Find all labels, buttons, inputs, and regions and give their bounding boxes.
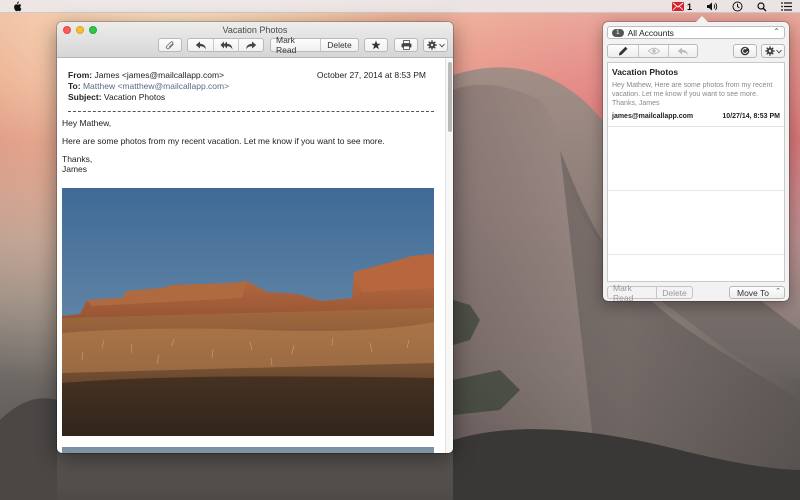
message-header: From: James <james@mailcallapp.com> Octo…	[62, 70, 440, 103]
from-label: From:	[68, 70, 93, 80]
menu-bar: 1	[0, 0, 800, 13]
eye-icon	[647, 47, 660, 55]
footer-mark-read-button[interactable]: Mark Read	[608, 283, 656, 303]
attach-group	[158, 38, 182, 52]
footer-delete-button[interactable]: Delete	[656, 287, 692, 298]
to-line: To: Matthew <matthew@mailcallapp.com>	[68, 81, 434, 92]
popover-footer: Mark Read Delete Move To ⌃	[603, 283, 789, 303]
header-divider	[68, 111, 434, 112]
reply-all-icon	[220, 41, 232, 49]
scroll-thumb[interactable]	[448, 62, 452, 132]
from-value[interactable]: James <james@mailcallapp.com>	[94, 70, 224, 80]
empty-list-row	[608, 191, 784, 255]
list-item-preview: Hey Mathew, Here are some photos from my…	[612, 82, 773, 107]
compose-button[interactable]	[608, 45, 638, 57]
star-button[interactable]	[365, 39, 387, 51]
move-to-label: Move To	[737, 287, 769, 298]
print-group	[394, 38, 418, 52]
vacation-photo[interactable]	[62, 188, 434, 436]
window-title: Vacation Photos	[222, 25, 288, 35]
popover-settings-button[interactable]	[762, 45, 784, 57]
popover-action-group	[607, 44, 698, 58]
footer-action-group: Mark Read Delete	[607, 283, 693, 303]
message-body: Hey Mathew, Here are some photos from my…	[62, 118, 440, 174]
reply-button[interactable]	[188, 39, 213, 51]
list-item-date: 10/27/14, 8:53 PM	[722, 113, 780, 120]
subject-value: Vacation Photos	[103, 92, 166, 102]
chevron-down-icon	[438, 43, 445, 47]
volume-icon[interactable]	[706, 2, 718, 11]
empty-list-row	[608, 127, 784, 191]
apple-icon[interactable]	[12, 1, 22, 12]
refresh-icon	[740, 46, 750, 56]
flag-group	[364, 38, 388, 52]
gear-icon	[426, 40, 437, 50]
title-bar[interactable]: Vacation Photos Mark Read Delete	[57, 22, 453, 58]
attachment-button[interactable]	[159, 39, 181, 51]
notification-center-icon[interactable]	[781, 2, 792, 11]
message-scrollbar[interactable]	[445, 58, 453, 453]
to-label: To:	[68, 81, 81, 91]
subject-line: Subject: Vacation Photos	[68, 92, 434, 103]
list-item-from: james@mailcallapp.com	[612, 113, 694, 120]
mail-icon	[671, 2, 684, 11]
star-icon	[371, 40, 381, 50]
subject-label: Subject:	[68, 92, 102, 102]
paperclip-icon	[165, 40, 174, 49]
spotlight-icon[interactable]	[757, 1, 767, 12]
to-value[interactable]: Matthew <matthew@mailcallapp.com>	[83, 81, 229, 91]
refresh-group	[733, 44, 757, 58]
body-paragraph: Here are some photos from my recent vaca…	[62, 136, 385, 146]
message-content: From: James <james@mailcallapp.com> Octo…	[57, 58, 445, 453]
account-label: All Accounts	[627, 27, 674, 38]
closing-text: Thanks,	[62, 154, 93, 164]
compose-icon	[618, 46, 627, 56]
list-item[interactable]: Vacation Photos Hey Mathew, Here are som…	[608, 63, 784, 127]
print-button[interactable]	[395, 39, 417, 51]
reply-icon	[677, 47, 688, 55]
move-to-button[interactable]: Move To ⌃	[729, 286, 785, 299]
account-count-badge: 1	[612, 28, 624, 37]
mark-delete-group: Mark Read Delete	[270, 35, 359, 55]
popover-toolbar	[607, 44, 785, 59]
chevron-updown-icon: ⌃	[773, 27, 780, 36]
mail-status-item[interactable]: 1	[671, 1, 692, 12]
popover-arrow	[696, 16, 708, 22]
message-window: Vacation Photos Mark Read Delete From: J…	[57, 22, 453, 453]
reply-group	[187, 38, 264, 52]
signature-text: James	[62, 164, 88, 174]
reply-icon	[195, 41, 206, 49]
message-list: Vacation Photos Hey Mathew, Here are som…	[607, 62, 785, 282]
popover-reply-button[interactable]	[668, 45, 697, 57]
second-photo[interactable]	[62, 447, 434, 453]
action-menu-button[interactable]	[424, 39, 447, 51]
chevron-down-icon	[775, 49, 782, 53]
popover-settings-group	[761, 44, 785, 58]
view-button[interactable]	[638, 45, 668, 57]
refresh-button[interactable]	[734, 45, 756, 57]
printer-icon	[401, 40, 411, 50]
message-date: October 27, 2014 at 8:53 PM	[316, 70, 426, 80]
delete-button[interactable]: Delete	[320, 39, 358, 51]
account-selector[interactable]: 1 All Accounts ⌃	[607, 26, 785, 39]
mail-count: 1	[686, 1, 692, 12]
list-item-subject: Vacation Photos	[612, 67, 679, 77]
mail-popover: 1 All Accounts ⌃ Vacation Photos Hey Mat…	[603, 16, 789, 303]
mark-read-button[interactable]: Mark Read	[271, 35, 320, 55]
time-machine-icon[interactable]	[732, 1, 743, 12]
forward-icon	[246, 41, 257, 49]
gear-icon	[764, 46, 775, 56]
forward-button[interactable]	[238, 39, 263, 51]
action-group	[423, 38, 448, 52]
reply-all-button[interactable]	[213, 39, 238, 51]
greeting-text: Hey Mathew,	[62, 118, 112, 128]
chevron-updown-icon: ⌃	[775, 288, 781, 295]
